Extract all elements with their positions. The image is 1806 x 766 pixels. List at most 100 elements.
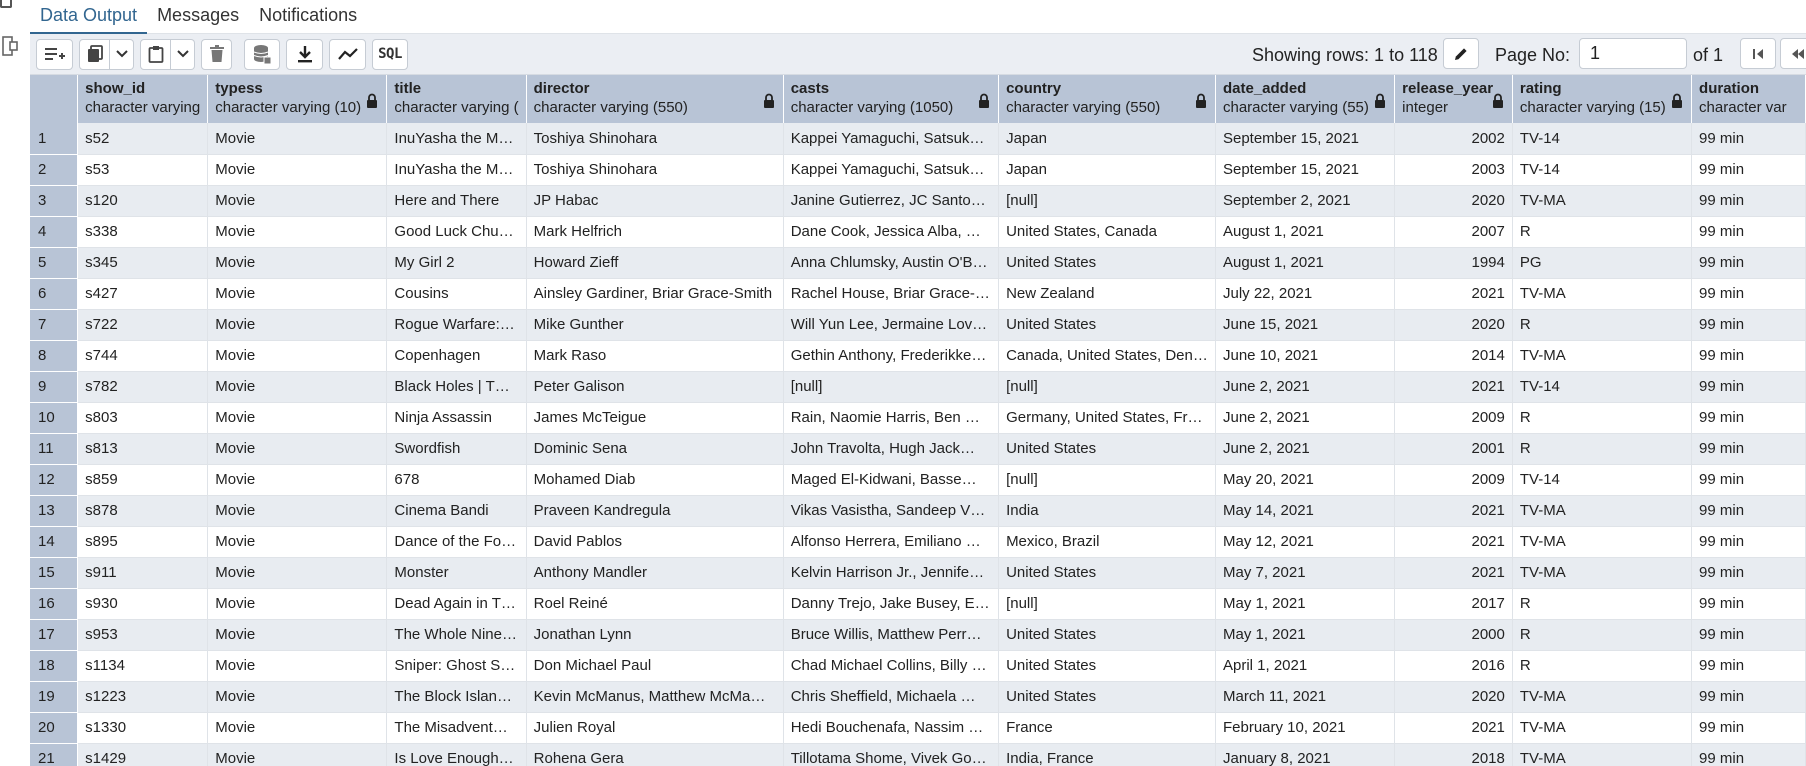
column-header-title[interactable]: title character varying (: [386, 75, 527, 123]
table-row[interactable]: 18 s1134 Movie Sniper: Ghost S… Don Michael …: [30, 650, 1806, 682]
cell-date-added[interactable]: January 8, 2021: [1215, 743, 1396, 766]
cell-country[interactable]: Germany, United States, Fr…: [998, 402, 1216, 434]
cell-show-id[interactable]: s338: [77, 216, 209, 248]
cell-director[interactable]: James McTeigue: [526, 402, 784, 434]
cell-rating[interactable]: TV-MA: [1512, 712, 1693, 744]
cell-date-added[interactable]: February 10, 2021: [1215, 712, 1396, 744]
table-row[interactable]: 16 s930 Movie Dead Again in T… Roel Reiné Dan…: [30, 588, 1806, 620]
cell-typess[interactable]: Movie: [207, 526, 388, 558]
cell-title[interactable]: Dance of the Fo…: [386, 526, 527, 558]
column-header-duration[interactable]: duration character var: [1691, 75, 1806, 123]
cell-date-added[interactable]: June 2, 2021: [1215, 371, 1396, 403]
cell-date-added[interactable]: May 12, 2021: [1215, 526, 1396, 558]
edit-rows-button[interactable]: [1443, 38, 1479, 69]
cell-show-id[interactable]: s1429: [77, 743, 209, 766]
cell-show-id[interactable]: s895: [77, 526, 209, 558]
column-header-casts[interactable]: casts character varying (1050): [783, 75, 1000, 123]
cell-typess[interactable]: Movie: [207, 402, 388, 434]
cell-typess[interactable]: Movie: [207, 247, 388, 279]
cell-country[interactable]: United States: [998, 433, 1216, 465]
cell-casts[interactable]: Alfonso Herrera, Emiliano …: [783, 526, 1000, 558]
cell-casts[interactable]: Janine Gutierrez, JC Santo…: [783, 185, 1000, 217]
cell-casts[interactable]: Tillotama Shome, Vivek Go…: [783, 743, 1000, 766]
row-number[interactable]: 12: [30, 464, 79, 496]
cell-show-id[interactable]: s345: [77, 247, 209, 279]
row-number[interactable]: 18: [30, 650, 79, 682]
cell-director[interactable]: Julien Royal: [526, 712, 784, 744]
cell-typess[interactable]: Movie: [207, 123, 388, 155]
cell-title[interactable]: Dead Again in T…: [386, 588, 527, 620]
cell-typess[interactable]: Movie: [207, 433, 388, 465]
cell-duration[interactable]: 99 min: [1691, 464, 1806, 496]
cell-release-year[interactable]: 2021: [1394, 557, 1513, 589]
cell-typess[interactable]: Movie: [207, 495, 388, 527]
cell-rating[interactable]: TV-14: [1512, 371, 1693, 403]
cell-country[interactable]: [null]: [998, 185, 1216, 217]
row-number[interactable]: 13: [30, 495, 79, 527]
cell-date-added[interactable]: September 15, 2021: [1215, 154, 1396, 186]
cell-date-added[interactable]: May 7, 2021: [1215, 557, 1396, 589]
cell-duration[interactable]: 99 min: [1691, 340, 1806, 372]
cell-rating[interactable]: TV-MA: [1512, 526, 1693, 558]
cell-show-id[interactable]: s120: [77, 185, 209, 217]
cell-release-year[interactable]: 1994: [1394, 247, 1513, 279]
cell-director[interactable]: Anthony Mandler: [526, 557, 784, 589]
cell-show-id[interactable]: s859: [77, 464, 209, 496]
cell-country[interactable]: India, France: [998, 743, 1216, 766]
cell-date-added[interactable]: August 1, 2021: [1215, 216, 1396, 248]
cell-director[interactable]: Don Michael Paul: [526, 650, 784, 682]
download-button[interactable]: [286, 38, 323, 70]
cell-release-year[interactable]: 2021: [1394, 371, 1513, 403]
table-row[interactable]: 6 s427 Movie Cousins Ainsley Gardiner, Briar…: [30, 278, 1806, 310]
row-number[interactable]: 3: [30, 185, 79, 217]
cell-duration[interactable]: 99 min: [1691, 588, 1806, 620]
cell-casts[interactable]: Vikas Vasistha, Sandeep V…: [783, 495, 1000, 527]
cell-rating[interactable]: R: [1512, 216, 1693, 248]
cell-rating[interactable]: TV-MA: [1512, 340, 1693, 372]
cell-show-id[interactable]: s803: [77, 402, 209, 434]
cell-release-year[interactable]: 2000: [1394, 619, 1513, 651]
cell-duration[interactable]: 99 min: [1691, 743, 1806, 766]
cell-show-id[interactable]: s722: [77, 309, 209, 341]
cell-show-id[interactable]: s53: [77, 154, 209, 186]
table-row[interactable]: 2 s53 Movie InuYasha the M… Toshiya Shinohar…: [30, 154, 1806, 186]
cell-title[interactable]: The Block Islan…: [386, 681, 527, 713]
paste-options-button[interactable]: [171, 38, 195, 70]
cell-date-added[interactable]: September 15, 2021: [1215, 123, 1396, 155]
cell-title[interactable]: My Girl 2: [386, 247, 527, 279]
cell-casts[interactable]: Dane Cook, Jessica Alba, …: [783, 216, 1000, 248]
column-header-release-year[interactable]: release_year integer: [1394, 75, 1513, 123]
cell-casts[interactable]: Rachel House, Briar Grace-…: [783, 278, 1000, 310]
cell-duration[interactable]: 99 min: [1691, 681, 1806, 713]
cell-date-added[interactable]: April 1, 2021: [1215, 650, 1396, 682]
cell-typess[interactable]: Movie: [207, 216, 388, 248]
cell-typess[interactable]: Movie: [207, 588, 388, 620]
tab-notifications[interactable]: Notifications: [249, 0, 367, 33]
column-header-date-added[interactable]: date_added character varying (55): [1215, 75, 1396, 123]
cell-director[interactable]: Mike Gunther: [526, 309, 784, 341]
cell-release-year[interactable]: 2003: [1394, 154, 1513, 186]
cell-rating[interactable]: TV-MA: [1512, 557, 1693, 589]
cell-director[interactable]: Toshiya Shinohara: [526, 123, 784, 155]
cell-show-id[interactable]: s813: [77, 433, 209, 465]
cell-title[interactable]: The Misadvent…: [386, 712, 527, 744]
cell-show-id[interactable]: s953: [77, 619, 209, 651]
cell-country[interactable]: Japan: [998, 123, 1216, 155]
cell-title[interactable]: Monster: [386, 557, 527, 589]
cell-title[interactable]: InuYasha the M…: [386, 123, 527, 155]
cell-title[interactable]: Ninja Assassin: [386, 402, 527, 434]
cell-date-added[interactable]: July 22, 2021: [1215, 278, 1396, 310]
cell-date-added[interactable]: June 2, 2021: [1215, 433, 1396, 465]
cell-rating[interactable]: TV-MA: [1512, 495, 1693, 527]
cell-show-id[interactable]: s52: [77, 123, 209, 155]
cell-date-added[interactable]: March 11, 2021: [1215, 681, 1396, 713]
cell-title[interactable]: Good Luck Chu…: [386, 216, 527, 248]
table-row[interactable]: 7 s722 Movie Rogue Warfare:… Mike Gunther Wil…: [30, 309, 1806, 341]
cell-date-added[interactable]: May 1, 2021: [1215, 588, 1396, 620]
cell-release-year[interactable]: 2018: [1394, 743, 1513, 766]
cell-rating[interactable]: R: [1512, 619, 1693, 651]
cell-casts[interactable]: Kappei Yamaguchi, Satsuk…: [783, 123, 1000, 155]
cell-release-year[interactable]: 2021: [1394, 712, 1513, 744]
cell-casts[interactable]: Chad Michael Collins, Billy …: [783, 650, 1000, 682]
table-row[interactable]: 17 s953 Movie The Whole Nine… Jonathan Lynn B…: [30, 619, 1806, 651]
